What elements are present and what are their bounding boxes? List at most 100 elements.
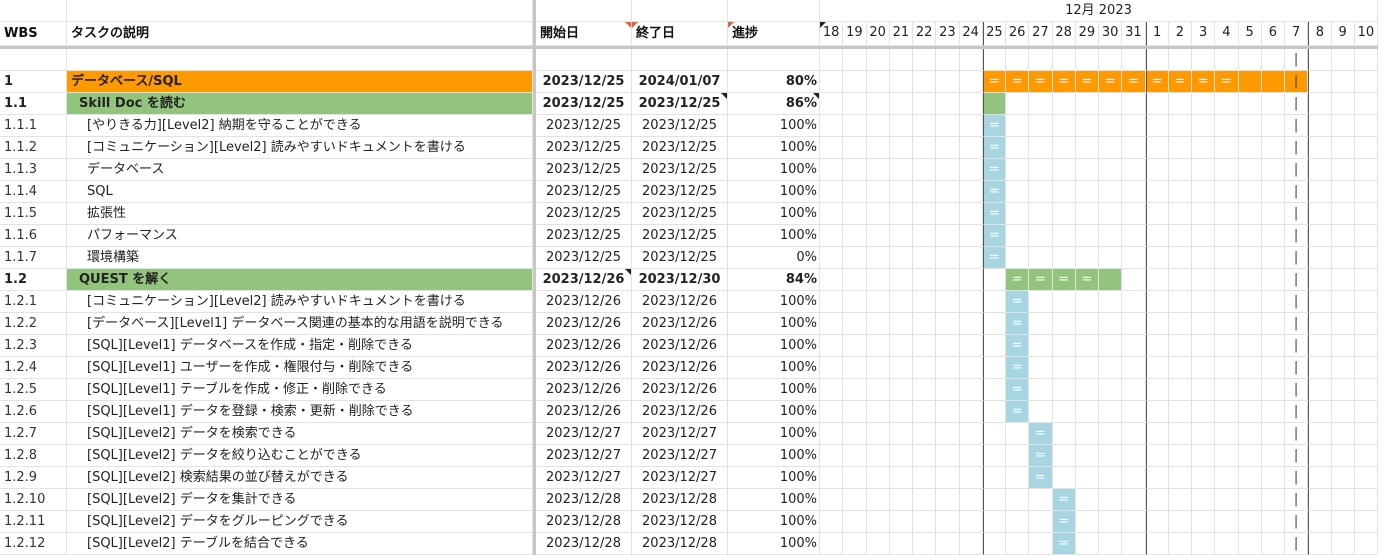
gantt-cell[interactable]	[1168, 115, 1192, 137]
start-date-cell[interactable]: 2023/12/26	[536, 335, 632, 357]
gantt-cell[interactable]	[1354, 467, 1378, 489]
end-date-cell[interactable]: 2023/12/26	[632, 357, 728, 379]
progress-cell[interactable]: 100%	[728, 225, 820, 247]
gantt-cell[interactable]	[1308, 445, 1332, 467]
task-cell[interactable]: [コミュニケーション][Level2] 読みやすいドキュメントを書ける	[67, 137, 533, 159]
gantt-cell[interactable]	[889, 269, 913, 291]
gantt-cell[interactable]	[866, 533, 890, 555]
gantt-cell[interactable]	[1331, 225, 1355, 247]
gantt-cell[interactable]	[1168, 203, 1192, 225]
gantt-cell[interactable]	[1308, 291, 1332, 313]
gantt-bar-cell[interactable]: =	[1006, 269, 1030, 291]
gantt-cell[interactable]	[889, 203, 913, 225]
gantt-cell[interactable]	[936, 225, 960, 247]
start-date-cell[interactable]: 2023/12/25	[536, 247, 632, 269]
gantt-cell[interactable]	[1354, 445, 1378, 467]
gantt-cell[interactable]	[1168, 313, 1192, 335]
day-header-24[interactable]: 24	[959, 22, 983, 46]
gantt-cell[interactable]	[1145, 203, 1169, 225]
gantt-cell[interactable]	[982, 423, 1006, 445]
gantt-cell[interactable]	[1215, 379, 1239, 401]
gantt-cell[interactable]	[1099, 379, 1123, 401]
gantt-cell[interactable]	[1331, 247, 1355, 269]
gantt-cell[interactable]	[1006, 203, 1030, 225]
gantt-cell[interactable]	[1029, 93, 1053, 115]
gantt-cell[interactable]	[936, 423, 960, 445]
gantt-cell[interactable]	[1354, 401, 1378, 423]
gantt-cell[interactable]	[1099, 181, 1123, 203]
gantt-cell[interactable]	[1354, 93, 1378, 115]
gantt-cell[interactable]	[1052, 445, 1076, 467]
gantt-cell[interactable]	[913, 137, 937, 159]
task-cell[interactable]: [SQL][Level2] データを絞り込むことができる	[67, 445, 533, 467]
wbs-cell[interactable]: 1.2.4	[0, 357, 67, 379]
gantt-cell[interactable]	[913, 401, 937, 423]
gantt-cell[interactable]	[866, 511, 890, 533]
gantt-cell[interactable]	[1075, 225, 1099, 247]
gantt-cell[interactable]	[1075, 401, 1099, 423]
gantt-cell[interactable]	[959, 401, 983, 423]
gantt-cell[interactable]	[1029, 489, 1053, 511]
gantt-cell[interactable]	[1075, 533, 1099, 555]
task-cell[interactable]: [SQL][Level1] テーブルを作成・修正・削除できる	[67, 379, 533, 401]
empty-cell[interactable]	[982, 49, 1006, 71]
gantt-cell[interactable]	[1145, 247, 1169, 269]
gantt-cell[interactable]	[843, 203, 867, 225]
gantt-cell[interactable]	[1145, 489, 1169, 511]
gantt-cell[interactable]	[889, 71, 913, 93]
gantt-cell[interactable]	[936, 357, 960, 379]
gantt-cell[interactable]	[1052, 357, 1076, 379]
gantt-cell[interactable]	[1006, 247, 1030, 269]
gantt-cell[interactable]	[913, 225, 937, 247]
gantt-cell[interactable]	[1261, 335, 1285, 357]
gantt-cell[interactable]	[1215, 159, 1239, 181]
gantt-cell[interactable]	[1052, 159, 1076, 181]
gantt-cell[interactable]	[959, 511, 983, 533]
gantt-cell[interactable]: |	[1285, 533, 1309, 555]
empty-cell[interactable]	[1261, 49, 1285, 71]
end-date-cell[interactable]: 2023/12/25	[632, 93, 728, 115]
day-header-22[interactable]: 22	[913, 22, 937, 46]
task-cell[interactable]: データベース	[67, 159, 533, 181]
gantt-cell[interactable]	[959, 379, 983, 401]
gantt-cell[interactable]	[1122, 467, 1146, 489]
wbs-cell[interactable]: 1.1.2	[0, 137, 67, 159]
gantt-cell[interactable]	[1029, 181, 1053, 203]
gantt-cell[interactable]	[1099, 225, 1123, 247]
gantt-cell[interactable]	[1192, 313, 1216, 335]
task-cell[interactable]: データベース/SQL	[67, 71, 533, 93]
gantt-bar-cell[interactable]: =	[1006, 357, 1030, 379]
gantt-cell[interactable]: |	[1285, 511, 1309, 533]
gantt-cell[interactable]	[1075, 137, 1099, 159]
gantt-cell[interactable]	[1075, 379, 1099, 401]
gantt-cell[interactable]	[1029, 335, 1053, 357]
task-cell[interactable]: [SQL][Level2] データを集計できる	[67, 489, 533, 511]
end-date-cell[interactable]: 2023/12/26	[632, 401, 728, 423]
progress-cell[interactable]: 100%	[728, 467, 820, 489]
start-date-cell[interactable]: 2023/12/25	[536, 93, 632, 115]
gantt-cell[interactable]	[1238, 115, 1262, 137]
gantt-cell[interactable]	[959, 225, 983, 247]
gantt-cell[interactable]	[1029, 401, 1053, 423]
gantt-cell[interactable]	[866, 137, 890, 159]
gantt-cell[interactable]	[1354, 357, 1378, 379]
end-date-cell[interactable]: 2023/12/30	[632, 269, 728, 291]
gantt-bar-cell[interactable]: =	[982, 115, 1006, 137]
start-date-cell[interactable]: 2023/12/26	[536, 313, 632, 335]
gantt-cell[interactable]	[1006, 423, 1030, 445]
gantt-cell[interactable]	[1099, 511, 1123, 533]
gantt-cell[interactable]	[1052, 203, 1076, 225]
gantt-cell[interactable]	[1261, 137, 1285, 159]
gantt-cell[interactable]	[1029, 533, 1053, 555]
wbs-cell[interactable]: 1.2.3	[0, 335, 67, 357]
gantt-cell[interactable]	[866, 71, 890, 93]
gantt-bar-cell[interactable]	[1238, 71, 1262, 93]
gantt-cell[interactable]	[1238, 423, 1262, 445]
gantt-cell[interactable]	[959, 93, 983, 115]
day-header-29[interactable]: 29	[1075, 22, 1099, 46]
empty-cell[interactable]	[959, 49, 983, 71]
gantt-cell[interactable]	[1099, 247, 1123, 269]
start-date-cell[interactable]: 2023/12/27	[536, 423, 632, 445]
gantt-cell[interactable]	[1052, 423, 1076, 445]
gantt-cell[interactable]	[936, 269, 960, 291]
